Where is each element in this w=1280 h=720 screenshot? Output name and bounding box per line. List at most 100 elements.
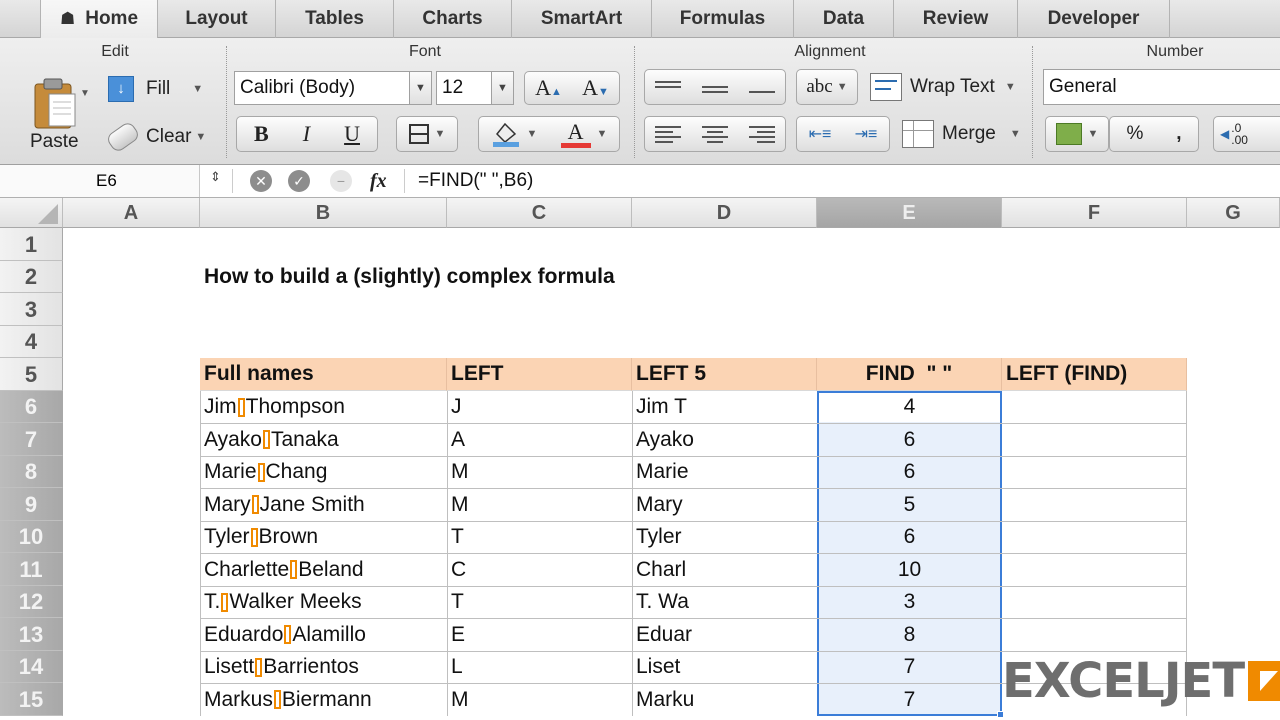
percent-button[interactable]: % bbox=[1126, 123, 1143, 145]
paste-dropdown-arrow[interactable]: ▼ bbox=[80, 88, 90, 99]
accounting-format-button[interactable]: ▼ bbox=[1045, 116, 1109, 152]
tab-review[interactable]: Review bbox=[894, 0, 1018, 38]
grow-font-button[interactable]: A▲ bbox=[535, 75, 562, 101]
cell-full-name[interactable]: Marie Chang bbox=[204, 456, 447, 488]
font-size-field[interactable]: 12 bbox=[436, 71, 492, 105]
align-left-icon[interactable] bbox=[655, 125, 682, 143]
fill-color-button[interactable]: ▼ bbox=[491, 120, 537, 148]
shrink-font-button[interactable]: A▼ bbox=[582, 75, 609, 101]
function-wizard-icon[interactable]: − bbox=[330, 170, 352, 192]
cell-left-5[interactable]: Ayako bbox=[636, 423, 817, 456]
tab-smartart[interactable]: SmartArt bbox=[512, 0, 652, 38]
bold-button[interactable]: B bbox=[254, 121, 269, 147]
font-color-button[interactable]: A ▼ bbox=[560, 120, 607, 148]
row-header-1[interactable]: 1 bbox=[0, 228, 63, 261]
merge-button[interactable]: Merge ▼ bbox=[902, 116, 1021, 152]
cell-find[interactable]: 5 bbox=[817, 488, 1002, 521]
cell-left-5[interactable]: T. Wa bbox=[636, 586, 817, 618]
cell-find[interactable]: 8 bbox=[817, 618, 1002, 651]
tab-tables[interactable]: Tables bbox=[276, 0, 394, 38]
name-box[interactable]: E6 bbox=[0, 165, 200, 197]
tab-layout[interactable]: Layout bbox=[158, 0, 276, 38]
cell-find[interactable]: 7 bbox=[817, 651, 1002, 683]
cell-full-name[interactable]: Mary Jane Smith bbox=[204, 488, 447, 521]
cell-left-5[interactable]: Liset bbox=[636, 651, 817, 683]
number-format-field[interactable]: General bbox=[1043, 69, 1280, 105]
cell-full-name[interactable]: Tyler Brown bbox=[204, 521, 447, 553]
column-header-g[interactable]: G bbox=[1187, 198, 1280, 228]
font-name-field[interactable]: Calibri (Body) bbox=[234, 71, 410, 105]
row-header-13[interactable]: 13 bbox=[0, 618, 63, 651]
align-bottom-icon[interactable] bbox=[748, 81, 775, 93]
row-header-12[interactable]: 12 bbox=[0, 586, 63, 618]
cell-find[interactable]: 3 bbox=[817, 586, 1002, 618]
tab-charts[interactable]: Charts bbox=[394, 0, 512, 38]
underline-button[interactable]: U bbox=[344, 121, 360, 147]
column-header-b[interactable]: B bbox=[200, 198, 447, 228]
cell-left-5[interactable]: Mary bbox=[636, 488, 817, 521]
header-left-5[interactable]: LEFT 5 bbox=[632, 358, 817, 391]
header-left[interactable]: LEFT bbox=[447, 358, 632, 391]
comma-button[interactable]: , bbox=[1176, 123, 1181, 145]
cell-full-name[interactable]: Lisett Barrientos bbox=[204, 651, 447, 683]
cell-full-name[interactable]: Charlette Beland bbox=[204, 553, 447, 586]
font-size-dropdown[interactable]: ▼ bbox=[492, 71, 514, 105]
cell-left[interactable]: A bbox=[451, 423, 632, 456]
cell-left-5[interactable]: Jim T bbox=[636, 391, 817, 423]
cell-find[interactable]: 6 bbox=[817, 456, 1002, 488]
tab-developer[interactable]: Developer bbox=[1018, 0, 1170, 38]
row-header-11[interactable]: 11 bbox=[0, 553, 63, 586]
cell-left[interactable]: M bbox=[451, 488, 632, 521]
column-header-d[interactable]: D bbox=[632, 198, 817, 228]
row-header-2[interactable]: 2 bbox=[0, 261, 63, 293]
wrap-text-button[interactable]: Wrap Text ▼ bbox=[870, 69, 1016, 105]
cell-find[interactable]: 4 bbox=[817, 391, 1002, 423]
fill-button[interactable]: ↓ Fill ▼ bbox=[108, 74, 203, 104]
cell-full-name[interactable]: T. Walker Meeks bbox=[204, 586, 447, 618]
formula-input[interactable]: =FIND(" ",B6) bbox=[418, 165, 533, 197]
cell-full-name[interactable]: Jim Thompson bbox=[204, 391, 447, 423]
cell-full-name[interactable]: Markus Biermann bbox=[204, 683, 447, 716]
header-full-names[interactable]: Full names bbox=[200, 358, 447, 391]
cell-left-5[interactable]: Tyler bbox=[636, 521, 817, 553]
increase-decimal-button[interactable]: ◀ .0 .00 bbox=[1213, 116, 1280, 152]
cell-find[interactable]: 7 bbox=[817, 683, 1002, 716]
cell-find[interactable]: 6 bbox=[817, 423, 1002, 456]
cell-left-5[interactable]: Charl bbox=[636, 553, 817, 586]
row-header-7[interactable]: 7 bbox=[0, 423, 63, 456]
cell-left[interactable]: J bbox=[451, 391, 632, 423]
italic-button[interactable]: I bbox=[303, 121, 310, 147]
confirm-icon[interactable]: ✓ bbox=[288, 170, 310, 192]
cell-left-5[interactable]: Eduar bbox=[636, 618, 817, 651]
select-all-corner[interactable] bbox=[0, 198, 63, 228]
row-header-10[interactable]: 10 bbox=[0, 521, 63, 553]
header-find[interactable]: FIND " " bbox=[817, 358, 1002, 391]
cell-full-name[interactable]: Ayako Tanaka bbox=[204, 423, 447, 456]
tab-data[interactable]: Data bbox=[794, 0, 894, 38]
cell-left[interactable]: M bbox=[451, 683, 632, 716]
cell-left[interactable]: T bbox=[451, 586, 632, 618]
cell-left[interactable]: C bbox=[451, 553, 632, 586]
cancel-icon[interactable]: ✕ bbox=[250, 170, 272, 192]
column-header-f[interactable]: F bbox=[1002, 198, 1187, 228]
cell-find[interactable]: 6 bbox=[817, 521, 1002, 553]
align-center-icon[interactable] bbox=[701, 125, 728, 143]
row-header-8[interactable]: 8 bbox=[0, 456, 63, 488]
column-header-a[interactable]: A bbox=[63, 198, 200, 228]
row-header-9[interactable]: 9 bbox=[0, 488, 63, 521]
font-name-dropdown[interactable]: ▼ bbox=[410, 71, 432, 105]
row-header-14[interactable]: 14 bbox=[0, 651, 63, 683]
row-header-4[interactable]: 4 bbox=[0, 326, 63, 358]
cell-left[interactable]: T bbox=[451, 521, 632, 553]
row-header-15[interactable]: 15 bbox=[0, 683, 63, 716]
cell-find[interactable]: 10 bbox=[817, 553, 1002, 586]
text-orientation-button[interactable]: abc ▼ bbox=[796, 69, 858, 105]
paste-button[interactable] bbox=[20, 74, 90, 134]
tab-home[interactable]: ☗ Home bbox=[40, 0, 158, 38]
align-middle-icon[interactable] bbox=[701, 81, 728, 93]
name-box-stepper[interactable]: ⇕ bbox=[210, 169, 221, 185]
sheet-title[interactable]: How to build a (slightly) complex formul… bbox=[204, 261, 615, 293]
row-header-3[interactable]: 3 bbox=[0, 293, 63, 326]
row-header-6[interactable]: 6 bbox=[0, 391, 63, 423]
column-header-e[interactable]: E bbox=[817, 198, 1002, 228]
